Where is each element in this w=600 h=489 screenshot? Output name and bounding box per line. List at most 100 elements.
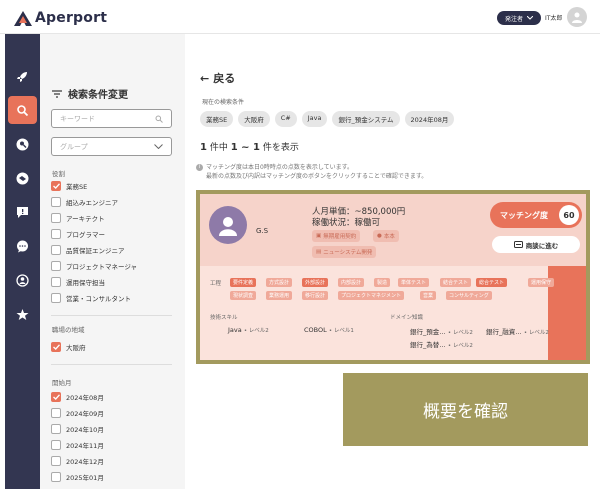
sidebar-item-message-alert[interactable] bbox=[8, 198, 37, 226]
process-tag: 方式設計 bbox=[266, 278, 293, 287]
checkbox[interactable] bbox=[51, 472, 61, 482]
area-label: 職場の地域 bbox=[52, 326, 85, 334]
group-placeholder: グループ bbox=[60, 142, 88, 151]
role-checkbox[interactable]: プロジェクトマネージャ bbox=[51, 261, 137, 271]
domain-name: 銀行_為替… bbox=[410, 341, 446, 349]
back-link[interactable]: ← 戻る bbox=[200, 70, 235, 86]
skill-item: COBOL • レベル1 bbox=[304, 326, 354, 334]
process-tag: 要件定義 bbox=[230, 278, 257, 287]
count-prefix: 件中 bbox=[209, 143, 228, 153]
sidebar-item-favorites[interactable] bbox=[8, 300, 37, 328]
group-select[interactable]: グループ bbox=[51, 137, 172, 156]
checkbox[interactable] bbox=[51, 408, 61, 418]
contract-tag: ▣ 無期雇用契約 bbox=[312, 230, 361, 242]
sidebar-item-search[interactable] bbox=[8, 96, 37, 124]
skill-name: COBOL bbox=[304, 326, 327, 334]
engineer-avatar bbox=[209, 206, 247, 244]
month-checkbox[interactable]: 2024年08月 bbox=[51, 392, 104, 402]
check-icon bbox=[52, 394, 60, 400]
check-icon bbox=[52, 344, 60, 350]
sidebar-item-handshake[interactable] bbox=[8, 164, 37, 192]
checkbox[interactable] bbox=[51, 293, 61, 303]
month-checkbox[interactable]: 2024年10月 bbox=[51, 424, 104, 434]
role-checkbox[interactable]: アーキテクト bbox=[51, 213, 105, 223]
back-label: 戻る bbox=[213, 72, 236, 85]
search-icon bbox=[17, 104, 29, 116]
role-checkbox[interactable]: 品質保証エンジニア bbox=[51, 245, 125, 255]
role-checkbox[interactable]: 運用保守担当 bbox=[51, 277, 105, 287]
process-tag: 移行設計 bbox=[302, 291, 329, 300]
role-label: プログラマー bbox=[66, 231, 105, 239]
confirm-overview-callout[interactable]: 概要を確認 bbox=[343, 373, 588, 446]
user-avatar[interactable] bbox=[567, 7, 587, 27]
role-checkbox[interactable]: 営業・コンサルタント bbox=[51, 293, 131, 303]
role-checkbox[interactable]: プログラマー bbox=[51, 229, 105, 239]
sidebar-item-chat[interactable] bbox=[8, 232, 37, 260]
checkbox[interactable] bbox=[51, 245, 61, 255]
role-checkbox[interactable]: 組込みエンジニア bbox=[51, 197, 118, 207]
role-label: 営業・コンサルタント bbox=[66, 295, 131, 303]
domain-knowledge-label: ドメイン知識 bbox=[390, 315, 424, 321]
process-tag: 単体テスト bbox=[398, 278, 430, 287]
checkbox[interactable] bbox=[51, 440, 61, 450]
area-checkbox[interactable]: 大阪府 bbox=[51, 342, 86, 352]
result-card[interactable]: G.S 人月単価：~850,000円 稼働状況：稼働可 ▣ 無期雇用契約 ● 本本 … bbox=[200, 194, 586, 360]
info-icon: i bbox=[196, 164, 203, 171]
notice-line: 最新の点数及び内訳はマッチング度のボタンをクリックすることで確認できます。 bbox=[206, 173, 428, 180]
checkbox[interactable] bbox=[51, 181, 61, 191]
process-tag: 営業 bbox=[420, 291, 437, 300]
month-checkbox[interactable]: 2024年11月 bbox=[51, 440, 104, 450]
role-label: プロジェクトマネージャ bbox=[66, 263, 138, 271]
checkbox[interactable] bbox=[51, 392, 61, 402]
filter-panel: 検索条件変更 キーワード グループ 役割 業務SE 組込みエンジニア アーキテク… bbox=[40, 34, 185, 489]
divider bbox=[51, 364, 172, 365]
logo[interactable]: Aperport bbox=[14, 10, 107, 26]
process-tag: 業務運用 bbox=[266, 291, 293, 300]
logo-icon bbox=[14, 10, 32, 26]
role-select[interactable]: 発注者 bbox=[497, 11, 541, 25]
sidebar-item-rocket[interactable] bbox=[8, 62, 37, 90]
sidebar-item-person-search[interactable] bbox=[8, 130, 37, 158]
month-label: 2024年10月 bbox=[66, 426, 104, 434]
process-tag: 製造 bbox=[374, 278, 391, 287]
domain-item: 銀行_預金… • レベル2 bbox=[410, 326, 473, 336]
role-checkbox[interactable]: 業務SE bbox=[51, 181, 87, 191]
roles-label: 役割 bbox=[52, 170, 65, 178]
checkbox[interactable] bbox=[51, 424, 61, 434]
process-tag: 結合テスト bbox=[440, 278, 472, 287]
matching-score-button[interactable]: マッチング度 60 bbox=[490, 202, 582, 228]
checkbox[interactable] bbox=[51, 229, 61, 239]
negotiate-button[interactable]: 商談に進む bbox=[492, 236, 580, 253]
checkbox[interactable] bbox=[51, 456, 61, 466]
domain-level: • レベル2 bbox=[447, 330, 473, 336]
process-tag: 運用保守 bbox=[528, 278, 555, 287]
start-month-label: 開始月 bbox=[52, 379, 72, 387]
condition-chip: C# bbox=[274, 111, 297, 127]
condition-chip: 業務SE bbox=[200, 111, 234, 127]
month-checkbox[interactable]: 2024年12月 bbox=[51, 456, 104, 466]
process-tag: プロジェクトマネジメント bbox=[338, 291, 405, 300]
condition-chips: 業務SE 大阪府 C# Java 銀行_預金システム 2024年08月 bbox=[200, 111, 455, 127]
process-label: 工程 bbox=[210, 281, 222, 287]
skill-item: Java • レベル2 bbox=[228, 326, 269, 334]
filter-icon bbox=[52, 89, 62, 98]
keyword-input[interactable]: キーワード bbox=[51, 109, 172, 128]
checkbox[interactable] bbox=[51, 277, 61, 287]
domain-name: 銀行_融資… bbox=[486, 328, 522, 336]
logo-text: Aperport bbox=[35, 10, 108, 26]
matching-notice: i マッチング度は本日0時時点の点数を表示しています。 最新の点数及び内訳はマッ… bbox=[196, 163, 427, 181]
checkbox[interactable] bbox=[51, 261, 61, 271]
checkbox[interactable] bbox=[51, 197, 61, 207]
matching-score: 60 bbox=[559, 205, 579, 225]
user-icon bbox=[219, 217, 237, 236]
month-checkbox[interactable]: 2025年01月 bbox=[51, 472, 104, 482]
month-checkbox[interactable]: 2024年09月 bbox=[51, 408, 104, 418]
checkbox[interactable] bbox=[51, 213, 61, 223]
sidebar bbox=[5, 34, 40, 489]
star-icon bbox=[16, 308, 29, 320]
filter-title: 検索条件変更 bbox=[52, 86, 128, 101]
checkbox[interactable] bbox=[51, 342, 61, 352]
sidebar-item-team[interactable] bbox=[8, 266, 37, 294]
user-icon bbox=[572, 12, 582, 23]
chat-icon bbox=[17, 240, 28, 252]
